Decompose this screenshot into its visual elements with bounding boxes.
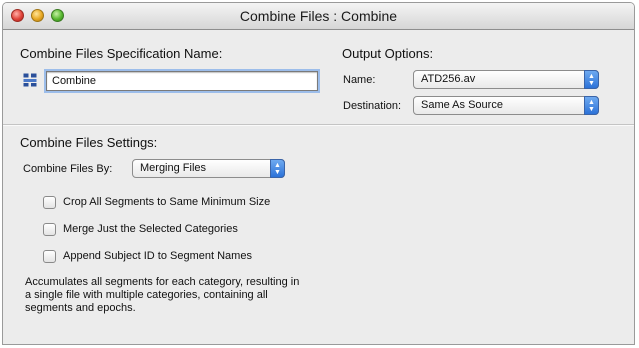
- merge-selected-checkbox[interactable]: [43, 223, 56, 236]
- destination-popup[interactable]: Same As Source ▲ ▼: [413, 96, 599, 115]
- destination-label: Destination:: [343, 100, 402, 112]
- separator: [3, 124, 634, 126]
- output-name-label: Name:: [343, 74, 376, 86]
- output-name-value: ATD256.av: [421, 73, 476, 85]
- destination-value: Same As Source: [421, 99, 503, 111]
- output-name-popup[interactable]: ATD256.av ▲ ▼: [413, 70, 599, 89]
- updown-arrows-icon: ▲ ▼: [584, 70, 599, 89]
- settings-heading: Combine Files Settings:: [20, 135, 158, 150]
- description-line-3: segments and epochs.: [25, 302, 136, 314]
- combine-files-window: Combine Files : Combine Combine Files Sp…: [2, 2, 635, 345]
- description-line-1: Accumulates all segments for each catego…: [25, 276, 300, 288]
- window-title: Combine Files : Combine: [239, 8, 398, 24]
- output-heading: Output Options:: [342, 46, 434, 61]
- combine-spec-icon: [23, 73, 37, 87]
- title-bar: Combine Files : Combine: [3, 3, 634, 30]
- crop-segments-checkbox[interactable]: [43, 196, 56, 209]
- combine-by-value: Merging Files: [140, 162, 207, 174]
- updown-arrows-icon: ▲ ▼: [270, 159, 285, 178]
- description-line-2: a single file with multiple categories, …: [25, 289, 268, 301]
- updown-arrows-icon: ▲ ▼: [584, 96, 599, 115]
- combine-by-popup[interactable]: Merging Files ▲ ▼: [132, 159, 285, 178]
- crop-segments-label: Crop All Segments to Same Minimum Size: [63, 196, 271, 208]
- spec-name-field[interactable]: Combine: [46, 71, 318, 91]
- merge-selected-label: Merge Just the Selected Categories: [63, 223, 238, 235]
- spec-heading: Combine Files Specification Name:: [20, 46, 223, 61]
- append-subject-label: Append Subject ID to Segment Names: [63, 250, 252, 262]
- combine-by-label: Combine Files By:: [23, 163, 113, 175]
- append-subject-checkbox[interactable]: [43, 250, 56, 263]
